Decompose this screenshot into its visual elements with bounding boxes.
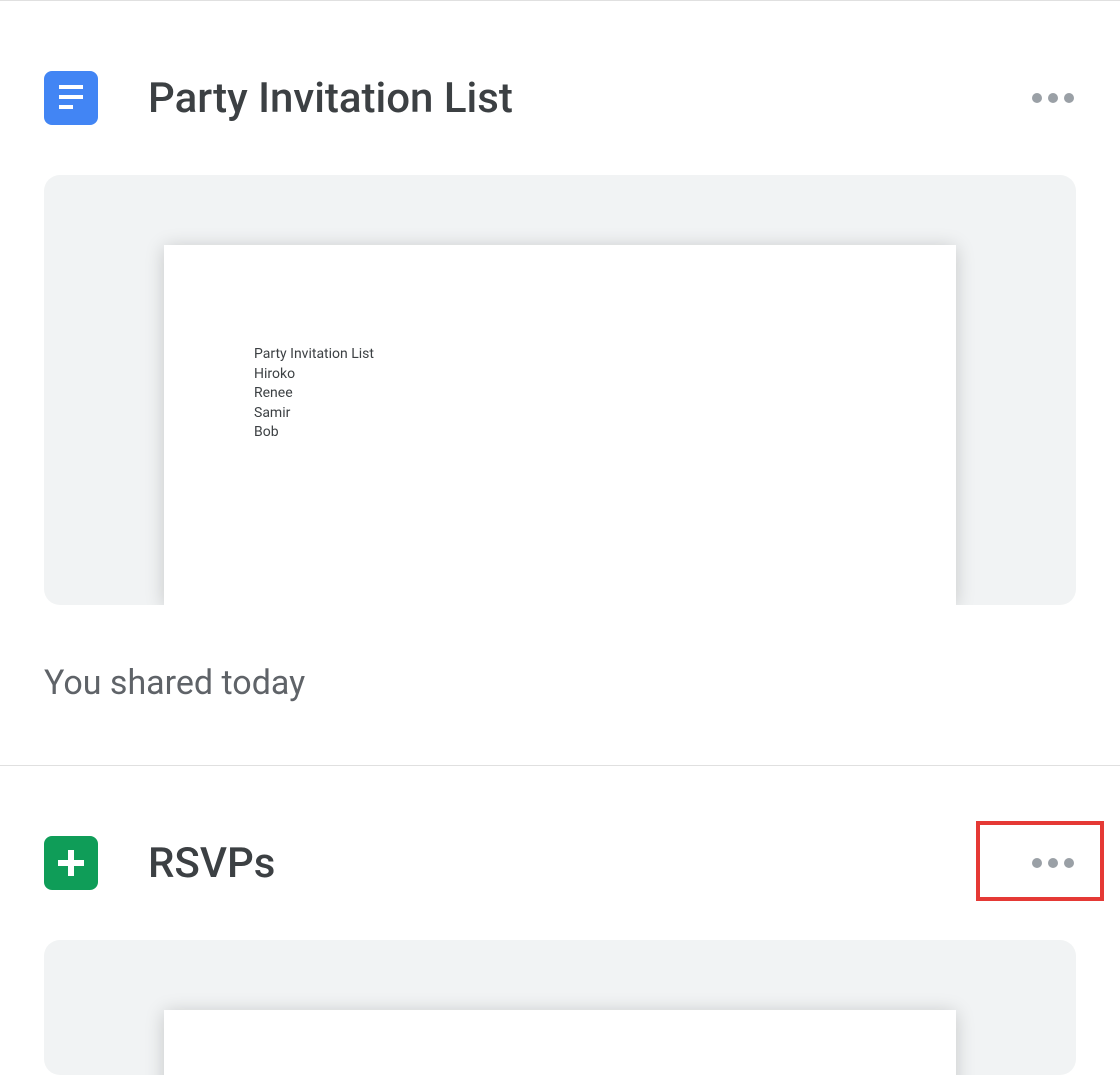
sheets-icon <box>44 836 98 890</box>
file-header: Party Invitation List <box>44 1 1076 175</box>
dot-icon <box>1048 93 1058 103</box>
document-content: Party Invitation List Hiroko Renee Samir… <box>254 345 956 443</box>
preview-line: Hiroko <box>254 365 956 385</box>
preview-container[interactable] <box>44 940 1076 1075</box>
file-title: Party Invitation List <box>148 74 1024 123</box>
file-item: Party Invitation List Party Invitation L… <box>0 1 1120 765</box>
document-preview: Party Invitation List Hiroko Renee Samir… <box>164 245 956 605</box>
preview-line: Party Invitation List <box>254 345 956 365</box>
dot-icon <box>1032 858 1042 868</box>
more-options-button[interactable] <box>1024 81 1082 115</box>
preview-line: Bob <box>254 423 956 443</box>
docs-icon <box>44 71 98 125</box>
file-header: RSVPs <box>44 766 1076 940</box>
preview-line: Renee <box>254 384 956 404</box>
more-options-button[interactable] <box>1024 846 1082 880</box>
preview-line: Samir <box>254 404 956 424</box>
dot-icon <box>1032 93 1042 103</box>
dot-icon <box>1064 93 1074 103</box>
preview-container[interactable]: Party Invitation List Hiroko Renee Samir… <box>44 175 1076 605</box>
file-title: RSVPs <box>148 839 1024 888</box>
dot-icon <box>1048 858 1058 868</box>
dot-icon <box>1064 858 1074 868</box>
file-item: RSVPs <box>0 766 1120 1075</box>
file-shared-status: You shared today <box>44 605 1076 765</box>
document-preview <box>164 1010 956 1075</box>
